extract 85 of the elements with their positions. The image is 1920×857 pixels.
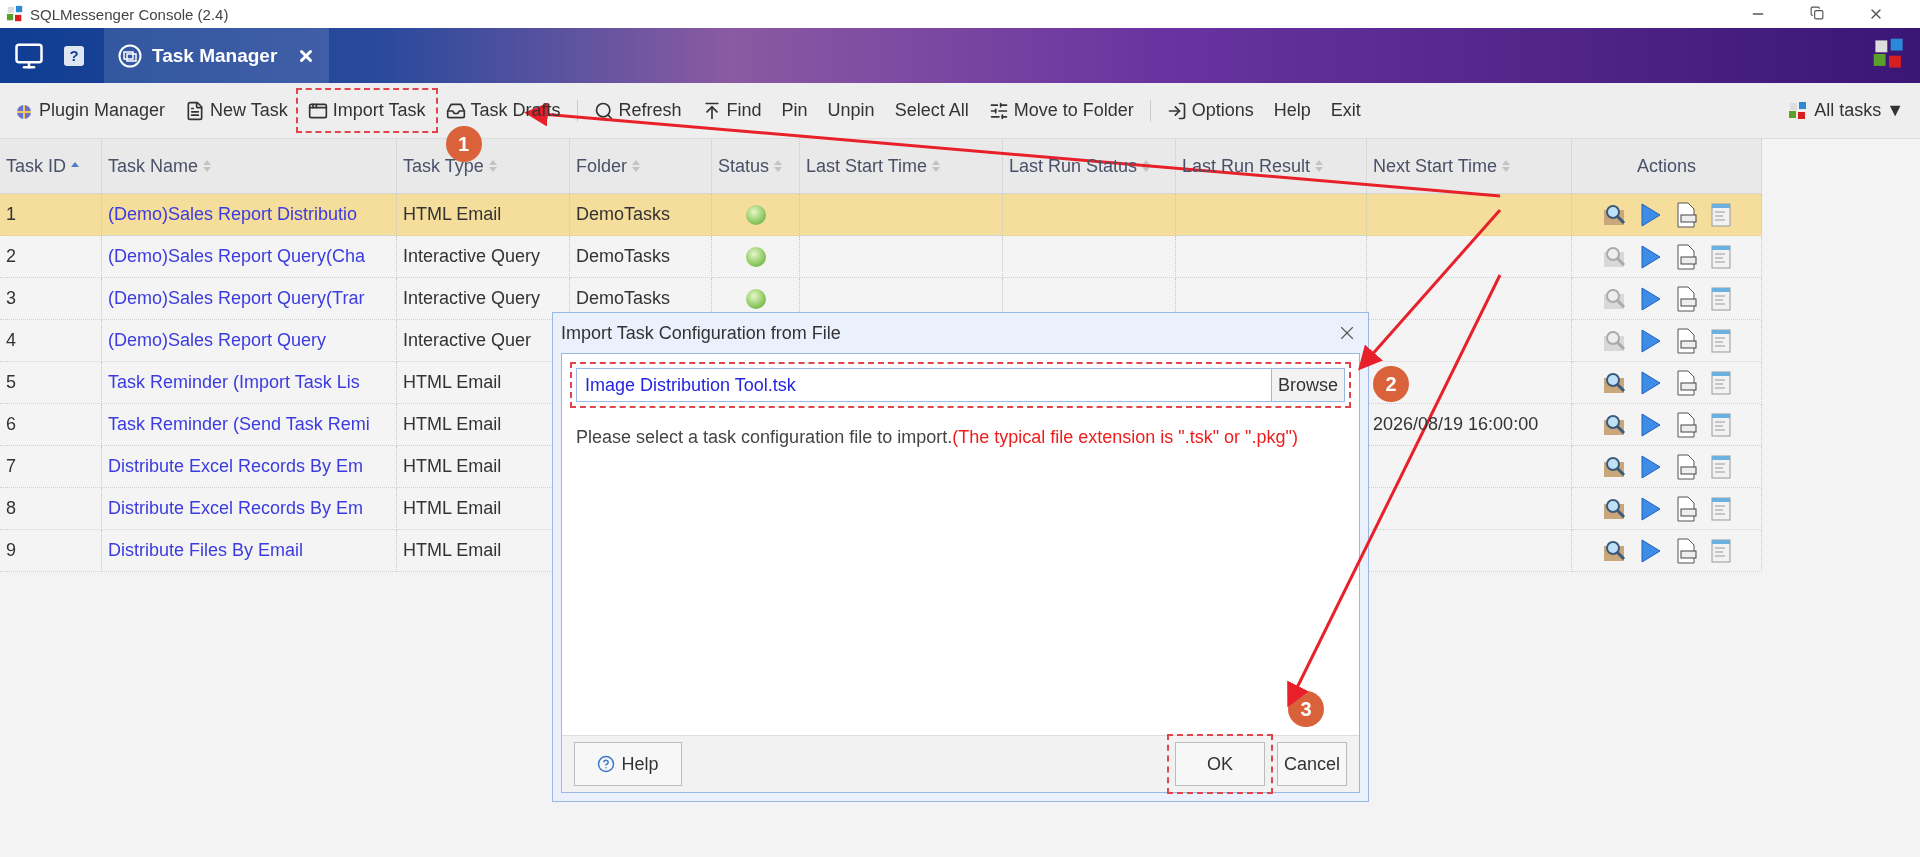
help-icon xyxy=(597,755,616,773)
play-icon[interactable] xyxy=(1639,411,1662,438)
table-cell: 8 xyxy=(0,488,102,530)
table-cell: 6 xyxy=(0,404,102,446)
table-cell: Interactive Query xyxy=(397,278,570,320)
sort-icon xyxy=(1501,159,1512,173)
column-header[interactable]: Last Start Time xyxy=(800,139,1003,194)
new-document-icon xyxy=(185,100,206,121)
task-filter-dropdown[interactable]: All tasks ▼ xyxy=(1782,99,1910,122)
toolbar-button[interactable]: Refresh xyxy=(589,96,686,125)
task-manager-tab[interactable]: Task Manager xyxy=(104,28,330,83)
play-icon[interactable] xyxy=(1639,537,1662,564)
form-document-icon[interactable] xyxy=(1709,453,1732,480)
table-cell: 2 xyxy=(0,236,102,278)
window-title: SQLMessenger Console (2.4) xyxy=(30,5,229,23)
column-header[interactable]: Task Name xyxy=(102,139,397,194)
cubes-logo-icon xyxy=(1872,36,1906,71)
settings-icon xyxy=(988,100,1009,121)
task-name-link[interactable]: Distribute Excel Records By Em xyxy=(102,488,397,530)
play-icon[interactable] xyxy=(1639,201,1662,228)
table-cell: 9 xyxy=(0,530,102,572)
toolbar-button[interactable]: Pin xyxy=(777,96,812,125)
toolbar-button[interactable]: New Task xyxy=(181,96,292,125)
table-cell: 7 xyxy=(0,446,102,488)
play-icon[interactable] xyxy=(1639,369,1662,396)
task-name-link[interactable]: Distribute Files By Email xyxy=(102,530,397,572)
table-cell: DemoTasks xyxy=(570,236,712,278)
help-button[interactable]: Help xyxy=(574,742,682,786)
play-icon[interactable] xyxy=(1639,453,1662,480)
task-name-link[interactable]: (Demo)Sales Report Query xyxy=(102,320,397,362)
column-header[interactable]: Next Start Time xyxy=(1367,139,1572,194)
column-header[interactable]: Task ID xyxy=(0,139,102,194)
help-button[interactable]: ? xyxy=(64,45,84,66)
toolbar-button[interactable]: Find xyxy=(697,96,766,125)
sort-icon xyxy=(1141,159,1152,173)
form-document-icon[interactable] xyxy=(1709,285,1732,312)
instruction-text: Please select a task configuration file to import.(The typical file extension is ".tsk" or ".pkg") xyxy=(576,426,1299,449)
toolbar-button[interactable]: Unpin xyxy=(823,96,879,125)
play-icon[interactable] xyxy=(1639,495,1662,522)
search-icon xyxy=(593,100,614,121)
form-document-icon[interactable] xyxy=(1709,411,1732,438)
cubes-logo-icon xyxy=(1788,100,1809,121)
table-cell: Interactive Query xyxy=(397,236,570,278)
task-name-link[interactable]: Distribute Excel Records By Em xyxy=(102,446,397,488)
form-document-icon[interactable] xyxy=(1709,495,1732,522)
task-name-link[interactable]: Task Reminder (Import Task Lis xyxy=(102,362,397,404)
task-name-link[interactable]: (Demo)Sales Report Query(Trar xyxy=(102,278,397,320)
task-name-link[interactable]: (Demo)Sales Report Query(Cha xyxy=(102,236,397,278)
sort-icon xyxy=(773,159,784,173)
sort-icon xyxy=(931,159,942,173)
cubes-logo-icon xyxy=(6,5,24,23)
restore-icon[interactable] xyxy=(1810,6,1824,20)
play-icon[interactable] xyxy=(1639,243,1662,270)
sort-icon xyxy=(631,159,642,173)
toolbar-button[interactable]: Exit xyxy=(1326,96,1365,125)
dialog-title: Import Task Configuration from File xyxy=(561,322,841,344)
table-cell: 3 xyxy=(0,278,102,320)
table-cell: 4 xyxy=(0,320,102,362)
play-icon[interactable] xyxy=(1639,327,1662,354)
play-icon[interactable] xyxy=(1639,285,1662,312)
form-document-icon[interactable] xyxy=(1709,243,1732,270)
form-document-icon[interactable] xyxy=(1709,369,1732,396)
table-cell: 5 xyxy=(0,362,102,404)
sort-icon xyxy=(487,159,498,173)
form-document-icon[interactable] xyxy=(1709,327,1732,354)
sort-icon xyxy=(1314,159,1325,173)
file-path-field[interactable]: Image Distribution Tool.tsk xyxy=(576,368,1272,402)
toolbar-button[interactable]: Move to Folder xyxy=(984,96,1138,125)
toolbar-button[interactable]: Options xyxy=(1162,96,1258,125)
table-cell: HTML Email xyxy=(397,194,570,236)
toolbar-button[interactable]: Plugin Manager xyxy=(10,96,170,125)
cancel-button[interactable]: Cancel xyxy=(1276,742,1347,786)
sort-icon xyxy=(202,159,213,173)
toolbar-button[interactable]: Help xyxy=(1269,96,1315,125)
toolbar-button[interactable]: Select All xyxy=(890,96,973,125)
table-cell: DemoTasks xyxy=(570,194,712,236)
task-name-link[interactable]: (Demo)Sales Report Distributio xyxy=(102,194,397,236)
browse-button[interactable]: Browse xyxy=(1271,368,1345,402)
column-header[interactable]: Status xyxy=(712,139,800,194)
table-cell: 1 xyxy=(0,194,102,236)
exit-icon xyxy=(1166,100,1187,121)
column-header[interactable]: Folder xyxy=(570,139,712,194)
form-document-icon[interactable] xyxy=(1709,537,1732,564)
column-header: Actions xyxy=(1572,139,1762,194)
task-name-link[interactable]: Task Reminder (Send Task Remi xyxy=(102,404,397,446)
